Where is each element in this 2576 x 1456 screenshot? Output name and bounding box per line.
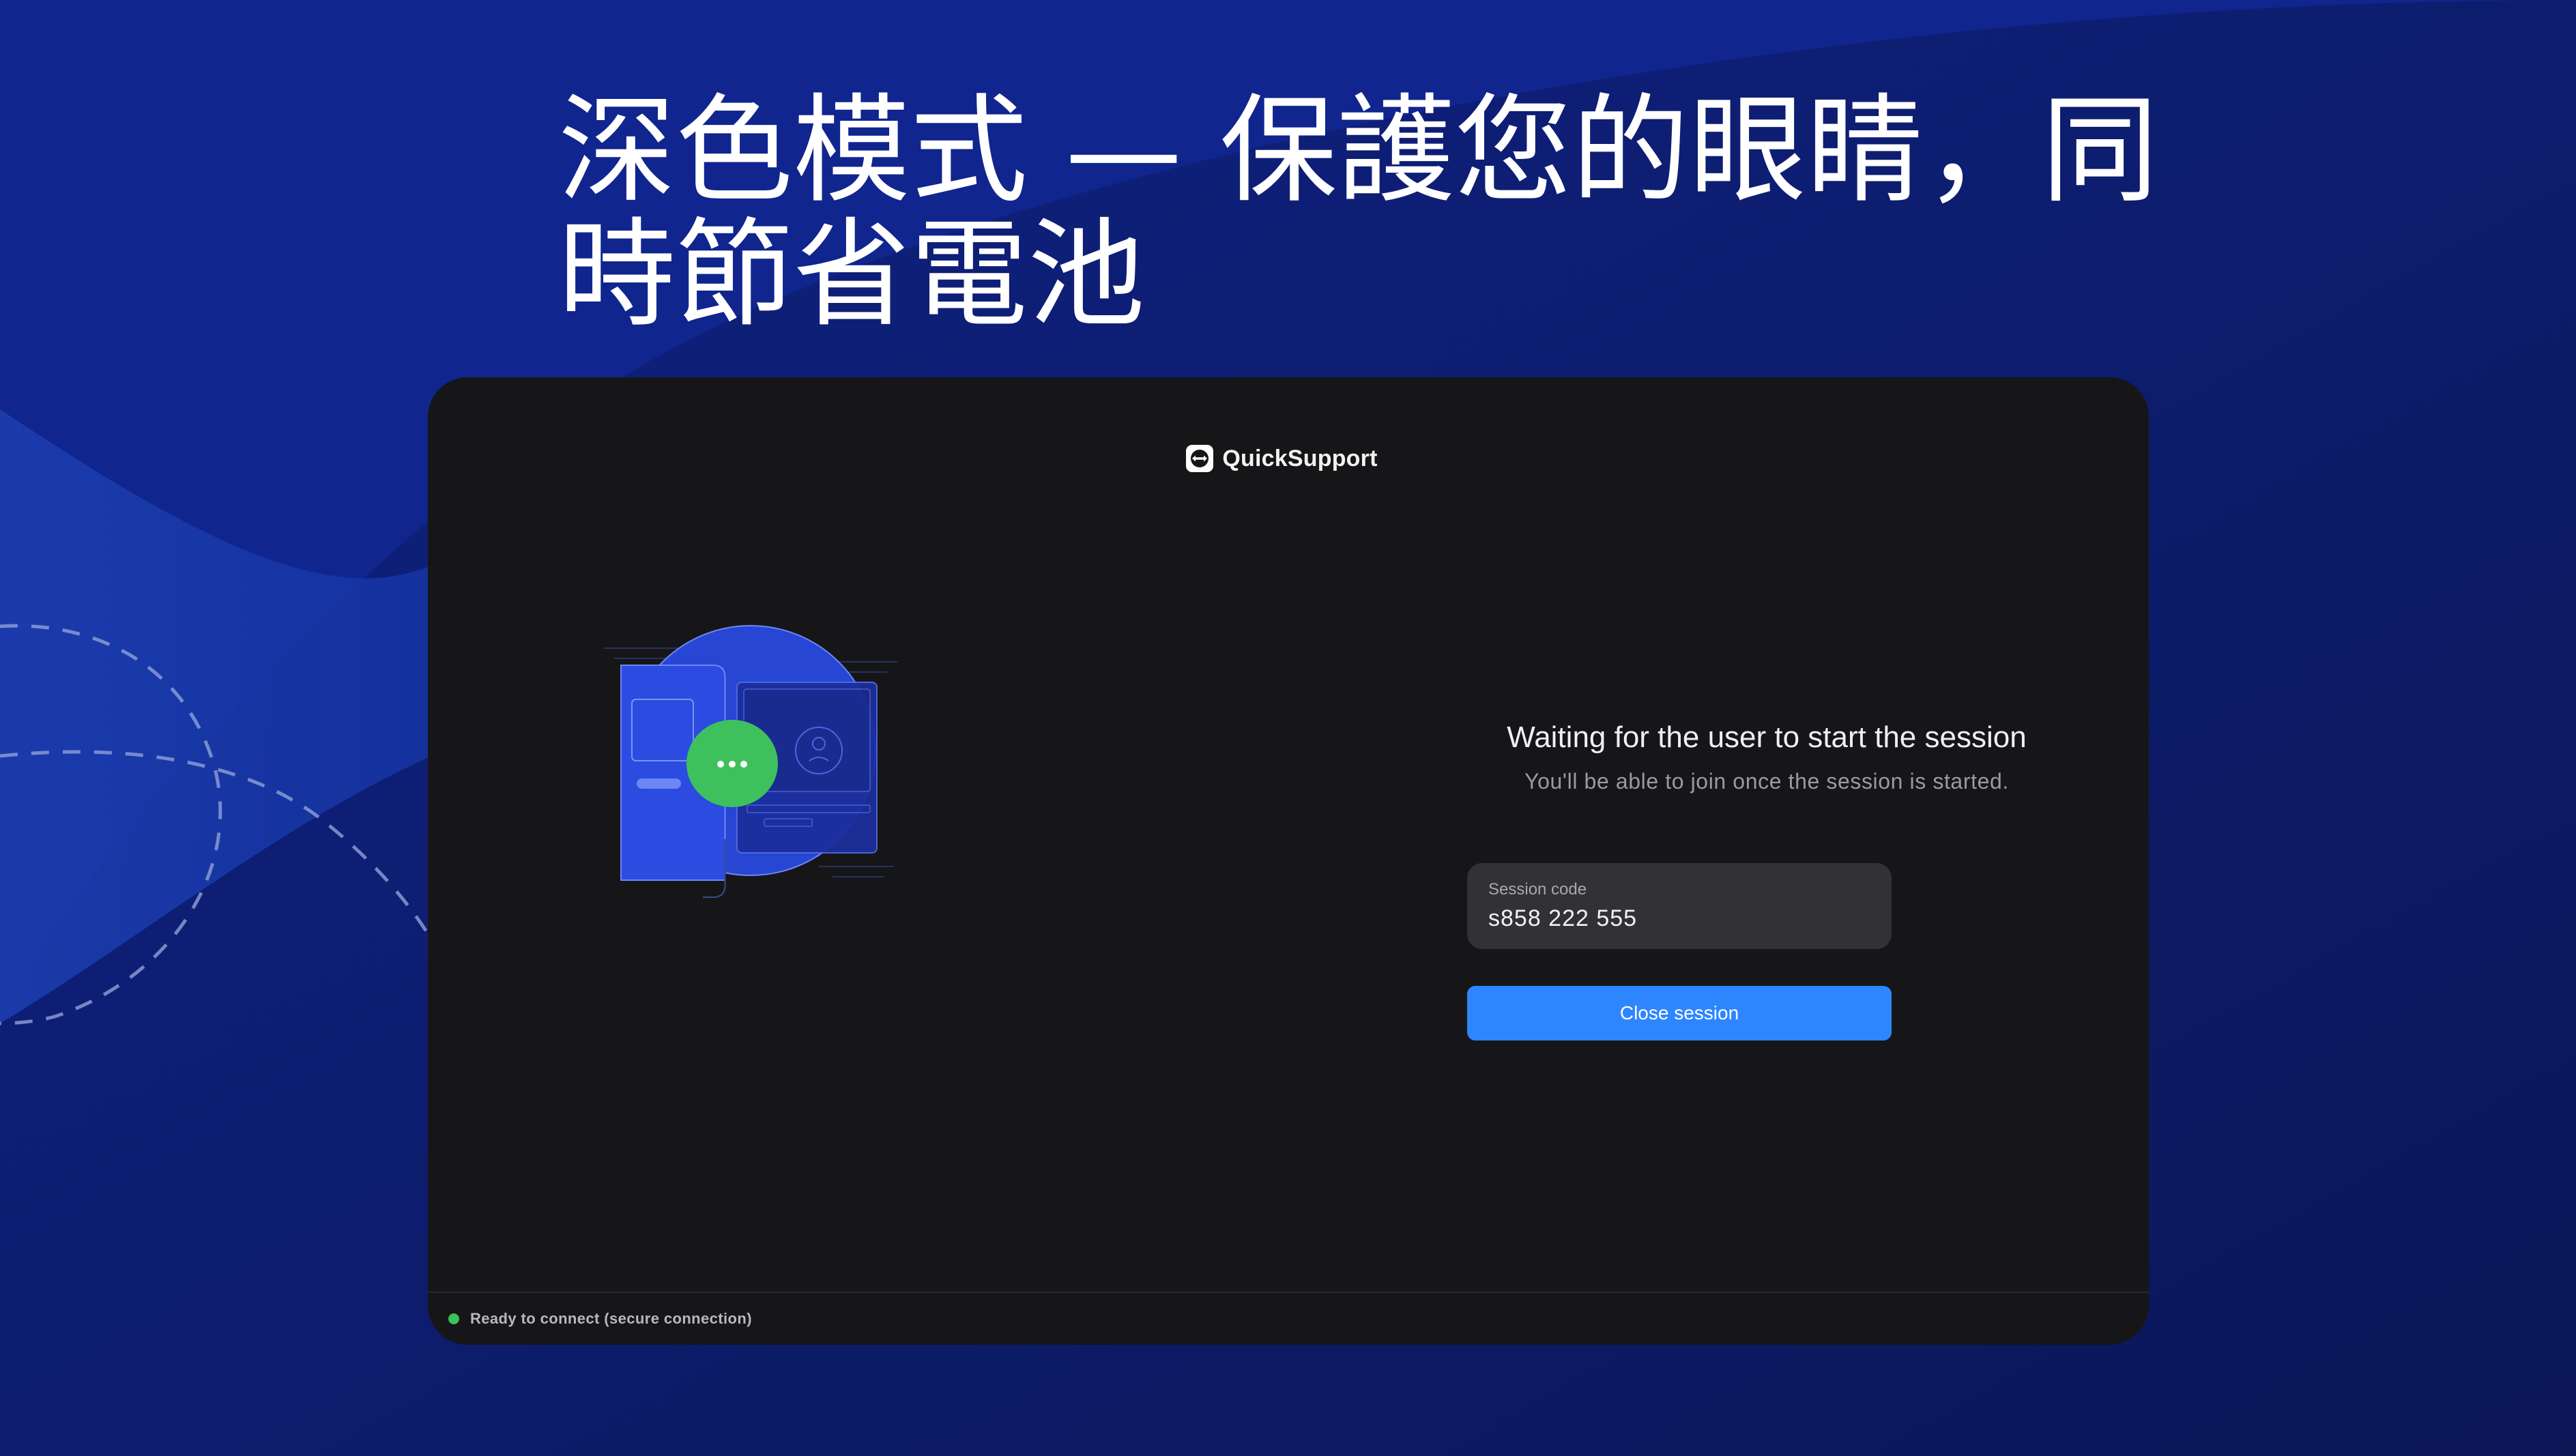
waiting-panel: Waiting for the user to start the sessio… [1404,717,2130,796]
headline-line-2: 時節省電池 [558,206,1145,343]
session-code-value[interactable]: s858 222 555 [1488,903,1870,934]
brand-header: QuickSupport [428,444,2149,473]
session-code-field[interactable]: Session code s858 222 555 [1467,863,1892,949]
waiting-title: Waiting for the user to start the sessio… [1507,720,2027,754]
headline-line-1: 深色模式 — 保護您的眼睛，同 [558,82,2159,219]
session-illustration [604,625,897,898]
teamviewer-logo-icon [1186,445,1214,472]
waiting-subtitle: You'll be able to join once the session … [1524,769,2009,793]
status-dot-icon [448,1313,459,1324]
page-headline: 深色模式 — 保護您的眼睛，同 時節省電池 [558,82,2159,343]
status-bar: Ready to connect (secure connection) [428,1292,2149,1345]
connection-status: Ready to connect (secure connection) [470,1310,752,1327]
brand-name: QuickSupport [1222,445,1378,471]
quicksupport-window: QuickSupport Waiting for the user to sta… [428,377,2149,1345]
close-session-button[interactable]: Close session [1467,986,1892,1040]
session-code-label: Session code [1488,880,1587,899]
